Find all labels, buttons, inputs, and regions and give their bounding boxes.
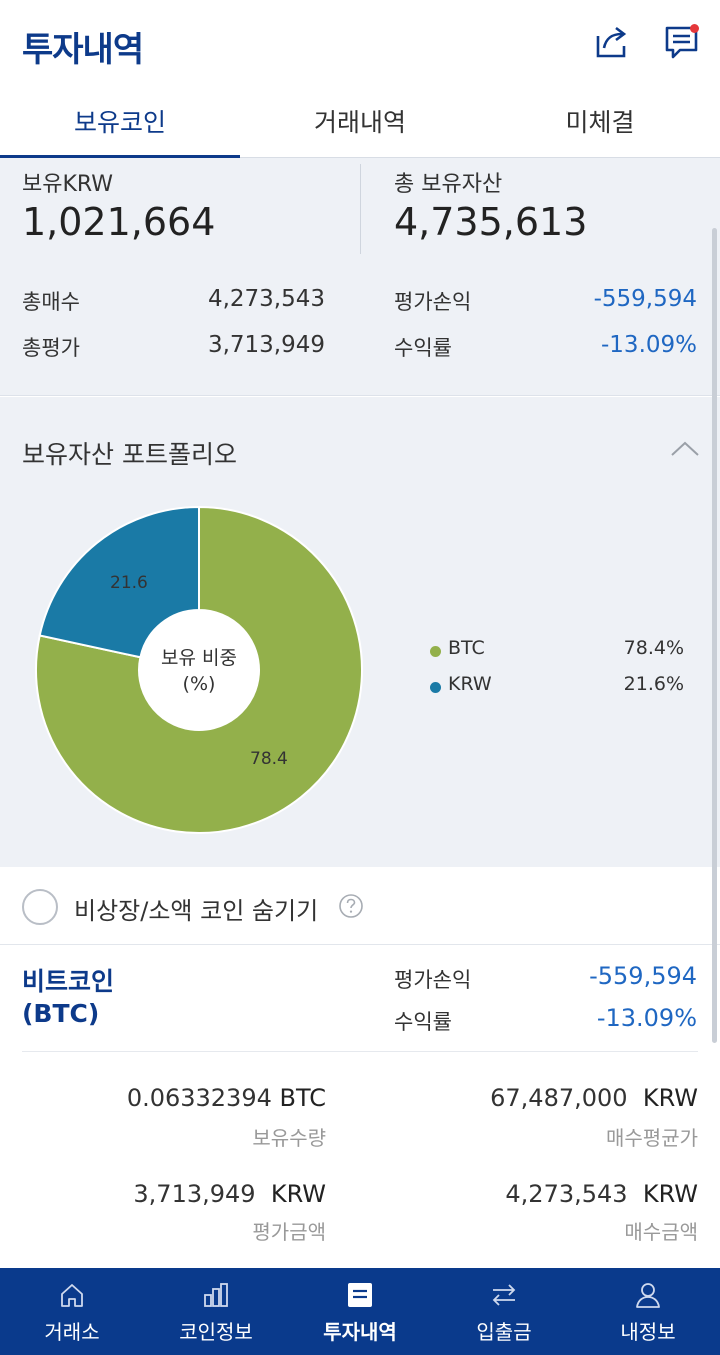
- nav-coin-info[interactable]: 코인정보: [144, 1268, 288, 1355]
- coin-divider: [22, 1051, 698, 1052]
- legend-name-btc: BTC: [448, 637, 485, 659]
- tab-pending[interactable]: 미체결: [480, 90, 720, 158]
- total-asset-value: 4,735,613: [394, 200, 588, 244]
- buy-total-value: 4,273,543: [207, 286, 325, 312]
- legend-item-krw: KRW 21.6%: [428, 673, 688, 709]
- eval-amount-value: 3,713,949: [133, 1180, 256, 1208]
- slice-label-btc: 78.4: [250, 749, 288, 769]
- holding-qty-label: 보유수량: [252, 1126, 326, 1150]
- coin-rate-value: -13.09%: [596, 1004, 697, 1032]
- scrollbar[interactable]: [712, 228, 717, 1043]
- eval-amount-unit: KRW: [270, 1180, 326, 1208]
- question-icon[interactable]: [338, 893, 364, 919]
- holding-qty-unit: BTC: [279, 1084, 326, 1112]
- donut-center-line1: 보유 비중: [161, 647, 237, 669]
- legend-dot-btc: [430, 646, 441, 657]
- portfolio-section: 보유자산 포트폴리오 보유 비중 (%) 21.6 78.4 BTC 78.4%…: [0, 397, 720, 867]
- summary-divider: [360, 164, 361, 254]
- legend-item-btc: BTC 78.4%: [428, 637, 688, 673]
- coin-rate-label: 수익률: [394, 1010, 452, 1034]
- page-title: 투자내역: [22, 30, 144, 70]
- buy-amount: 4,273,543 KRW: [420, 1180, 698, 1208]
- avg-buy-price-unit: KRW: [642, 1084, 698, 1112]
- donut-center-label: 보유 비중 (%): [34, 645, 364, 697]
- eval-amount-label: 평가금액: [252, 1220, 326, 1244]
- buy-amount-value: 4,273,543: [505, 1180, 628, 1208]
- nav-deposit-withdraw[interactable]: 입출금: [432, 1268, 576, 1355]
- nav-label-deposit-withdraw: 입출금: [476, 1320, 532, 1344]
- legend-dot-krw: [430, 682, 441, 693]
- nav-my-info[interactable]: 내정보: [576, 1268, 720, 1355]
- share-icon[interactable]: [592, 22, 632, 62]
- donut-center-line2: (%): [182, 673, 216, 695]
- notification-dot: [690, 24, 699, 33]
- rate-value: -13.09%: [601, 332, 697, 358]
- chart-legend: BTC 78.4% KRW 21.6%: [428, 637, 688, 709]
- user-icon: [636, 1283, 660, 1308]
- home-icon: [61, 1284, 83, 1307]
- coin-name: 비트코인 (BTC): [22, 966, 114, 1030]
- tab-bar: 보유코인 거래내역 미체결: [0, 90, 720, 159]
- portfolio-title: 보유자산 포트폴리오: [22, 440, 237, 469]
- buy-amount-label: 매수금액: [624, 1220, 698, 1244]
- krw-value: 1,021,664: [22, 200, 216, 244]
- tab-history[interactable]: 거래내역: [240, 90, 480, 158]
- nav-label-investment: 투자내역: [323, 1320, 397, 1344]
- app-header: 투자내역: [0, 0, 720, 90]
- eval-total-label: 총평가: [22, 336, 80, 360]
- coin-card-btc[interactable]: 비트코인 (BTC) 평가손익 -559,594 수익률 -13.09% 0.0…: [0, 946, 720, 1268]
- legend-value-btc: 78.4%: [623, 637, 684, 659]
- hide-small-coins-checkbox[interactable]: [22, 889, 58, 925]
- avg-buy-price: 67,487,000 KRW: [420, 1084, 698, 1112]
- tab-holdings[interactable]: 보유코인: [0, 90, 240, 159]
- coin-name-korean: 비트코인: [22, 967, 115, 996]
- pnl-value: -559,594: [593, 286, 697, 312]
- nav-exchange[interactable]: 거래소: [0, 1268, 144, 1355]
- buy-total-label: 총매수: [22, 290, 80, 314]
- coin-pnl-label: 평가손익: [394, 968, 472, 992]
- hide-small-coins-label[interactable]: 비상장/소액 코인 숨기기: [74, 891, 318, 926]
- document-icon: [348, 1283, 372, 1307]
- chevron-up-icon[interactable]: [668, 437, 702, 461]
- asset-summary: 보유KRW 1,021,664 총 보유자산 4,735,613 총매수 4,2…: [0, 158, 720, 396]
- nav-label-exchange: 거래소: [44, 1320, 100, 1344]
- legend-name-krw: KRW: [448, 673, 492, 695]
- pnl-label: 평가손익: [394, 290, 472, 314]
- avg-buy-price-value: 67,487,000: [490, 1084, 628, 1112]
- nav-label-my-info: 내정보: [620, 1320, 676, 1344]
- eval-amount: 3,713,949 KRW: [60, 1180, 326, 1208]
- portfolio-donut-chart: 보유 비중 (%) 21.6 78.4: [34, 505, 364, 835]
- transfer-icon: [492, 1284, 516, 1306]
- holding-qty-value: 0.06332394: [126, 1084, 272, 1112]
- rate-label: 수익률: [394, 336, 452, 360]
- legend-value-krw: 21.6%: [623, 673, 684, 695]
- hide-small-coins-row: 비상장/소액 코인 숨기기: [0, 867, 720, 945]
- avg-buy-price-label: 매수평균가: [606, 1126, 698, 1150]
- coin-pnl-value: -559,594: [589, 962, 697, 990]
- krw-label: 보유KRW: [22, 172, 114, 197]
- slice-label-krw: 21.6: [110, 573, 148, 593]
- eval-total-value: 3,713,949: [207, 332, 325, 358]
- bottom-navigation: 거래소 코인정보 투자내역 입출금 내정보: [0, 1268, 720, 1355]
- buy-amount-unit: KRW: [642, 1180, 698, 1208]
- coin-symbol: (BTC): [22, 999, 100, 1028]
- holding-qty: 0.06332394 BTC: [60, 1084, 326, 1112]
- total-asset-label: 총 보유자산: [394, 172, 503, 197]
- bar-chart-icon: [204, 1283, 228, 1307]
- nav-label-coin-info: 코인정보: [179, 1320, 253, 1344]
- nav-investment[interactable]: 투자내역: [288, 1268, 432, 1355]
